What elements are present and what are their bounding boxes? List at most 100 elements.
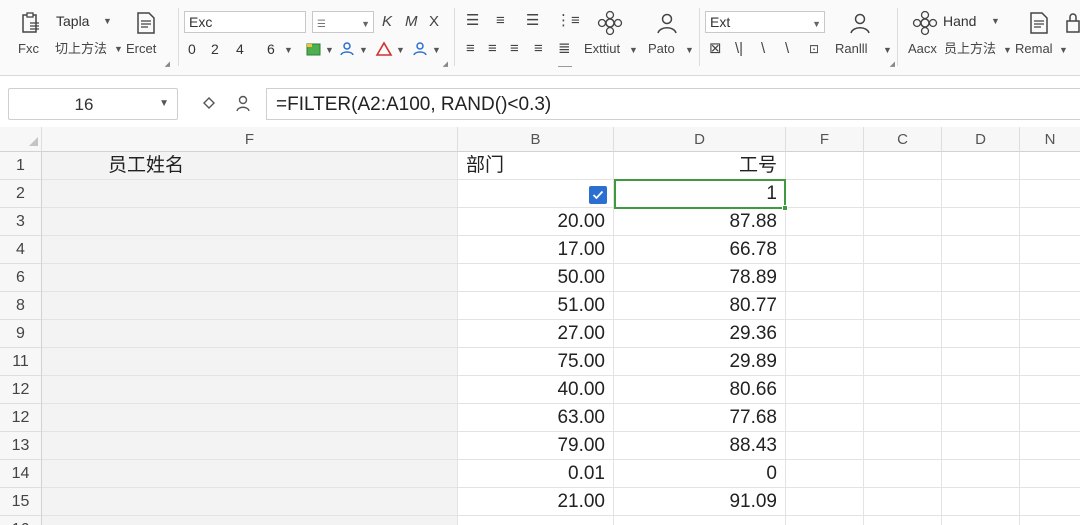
row-header[interactable]: 12 [0, 376, 42, 404]
select-all-corner[interactable] [0, 127, 42, 152]
name-cell[interactable] [42, 236, 458, 264]
empty-cell[interactable] [942, 180, 1020, 208]
empty-cell[interactable] [1020, 376, 1080, 404]
column-header-d2[interactable]: D [942, 127, 1020, 152]
align-right-icon[interactable]: ≡ [510, 40, 519, 58]
name-cell[interactable] [42, 488, 458, 516]
empty-cell[interactable] [864, 152, 942, 180]
empty-cell[interactable] [864, 348, 942, 376]
chevron-down-icon[interactable]: ▼ [432, 45, 441, 55]
slash-icon[interactable]: \ [785, 40, 789, 58]
hand-label[interactable]: Hand [943, 12, 976, 30]
empty-cell[interactable] [942, 404, 1020, 432]
chevron-down-icon[interactable]: ▼ [325, 45, 334, 55]
person-icon[interactable] [410, 40, 430, 58]
person-color-icon[interactable] [337, 40, 357, 58]
empty-cell[interactable] [864, 208, 942, 236]
slash-icon[interactable]: \| [735, 40, 743, 58]
empty-cell[interactable] [1020, 152, 1080, 180]
row-header[interactable]: 3 [0, 208, 42, 236]
empty-cell[interactable] [864, 180, 942, 208]
empty-cell[interactable] [786, 460, 864, 488]
empty-cell[interactable] [1020, 432, 1080, 460]
row-header[interactable]: 4 [0, 236, 42, 264]
font-color-icon[interactable] [374, 40, 394, 58]
name-cell[interactable] [42, 460, 458, 488]
chevron-down-icon[interactable]: ▼ [1003, 45, 1012, 55]
exttiut-label[interactable]: Exttiut [584, 40, 620, 58]
empty-cell[interactable] [864, 460, 942, 488]
id-cell[interactable]: 80.66 [614, 376, 786, 404]
id-cell[interactable]: 29.89 [614, 348, 786, 376]
tapla-label[interactable]: Tapla [56, 12, 89, 30]
name-cell[interactable] [42, 348, 458, 376]
chevron-down-icon[interactable]: ▼ [685, 45, 694, 55]
empty-cell[interactable] [864, 264, 942, 292]
empty-cell[interactable] [1020, 236, 1080, 264]
empty-cell[interactable] [1020, 292, 1080, 320]
header-cell-name[interactable]: 员工姓名 [42, 152, 458, 180]
column-header-b[interactable]: B [458, 127, 614, 152]
dept-cell[interactable]: 21.00 [458, 488, 614, 516]
dept-cell[interactable] [458, 516, 614, 525]
empty-cell[interactable] [786, 264, 864, 292]
empty-cell[interactable] [786, 180, 864, 208]
empty-cell[interactable] [864, 376, 942, 404]
dept-cell[interactable]: 20.00 [458, 208, 614, 236]
dept-cell[interactable]: 17.00 [458, 236, 614, 264]
empty-cell[interactable] [864, 516, 942, 525]
distributed-icon[interactable]: ≣ [558, 40, 571, 58]
empty-cell[interactable] [864, 320, 942, 348]
row-header[interactable]: 2 [0, 180, 42, 208]
empty-cell[interactable] [786, 516, 864, 525]
dept-cell[interactable]: 79.00 [458, 432, 614, 460]
format-icon[interactable]: ⊠ [709, 40, 722, 58]
id-cell[interactable]: 0 [614, 460, 786, 488]
empty-cell[interactable] [1020, 348, 1080, 376]
name-cell[interactable] [42, 376, 458, 404]
paste-special-label[interactable]: 切上方法 [55, 40, 107, 58]
id-cell[interactable] [614, 516, 786, 525]
empty-cell[interactable] [786, 488, 864, 516]
empty-cell[interactable] [942, 488, 1020, 516]
person-icon[interactable] [847, 10, 873, 36]
name-cell[interactable] [42, 320, 458, 348]
empty-cell[interactable] [942, 264, 1020, 292]
slash-icon[interactable]: \ [761, 40, 765, 58]
close-button[interactable]: X [429, 13, 439, 31]
aacx-label[interactable]: Aacx [908, 40, 937, 58]
empty-cell[interactable] [942, 320, 1020, 348]
empty-cell[interactable] [864, 432, 942, 460]
name-cell[interactable] [42, 208, 458, 236]
column-header-c[interactable]: C [864, 127, 942, 152]
pato-label[interactable]: Pato [648, 40, 675, 58]
cancel-icon[interactable] [200, 93, 218, 113]
font-size-combo[interactable]: ☰ ▼ [312, 11, 374, 33]
empty-cell[interactable] [864, 404, 942, 432]
person-icon[interactable] [234, 93, 252, 113]
id-cell[interactable]: 80.77 [614, 292, 786, 320]
empty-cell[interactable] [786, 292, 864, 320]
chevron-down-icon[interactable]: ▼ [159, 98, 169, 109]
dept-cell[interactable]: 75.00 [458, 348, 614, 376]
chevron-down-icon[interactable]: ▼ [396, 45, 405, 55]
dept-cell[interactable]: 51.00 [458, 292, 614, 320]
dept-cell[interactable]: 27.00 [458, 320, 614, 348]
clipboard-icon[interactable] [18, 10, 44, 36]
dept-cell[interactable]: 0.01 [458, 460, 614, 488]
dept-cell[interactable]: 50.00 [458, 264, 614, 292]
row-header[interactable]: 15 [0, 488, 42, 516]
cell-format-icon[interactable]: ⊡ [809, 40, 819, 58]
id-cell[interactable]: 88.43 [614, 432, 786, 460]
name-cell[interactable] [42, 516, 458, 525]
row-header[interactable]: 6 [0, 264, 42, 292]
dept-cell[interactable]: 40.00 [458, 376, 614, 404]
group-launcher-icon[interactable]: ◢ [890, 61, 895, 68]
row-header[interactable]: 11 [0, 348, 42, 376]
row-header[interactable]: 1 [0, 152, 42, 180]
id-cell[interactable]: 77.68 [614, 404, 786, 432]
empty-cell[interactable] [1020, 208, 1080, 236]
empty-cell[interactable] [942, 516, 1020, 525]
id-cell[interactable]: 29.36 [614, 320, 786, 348]
number-format-combo[interactable]: Ext ▼ [705, 11, 825, 33]
